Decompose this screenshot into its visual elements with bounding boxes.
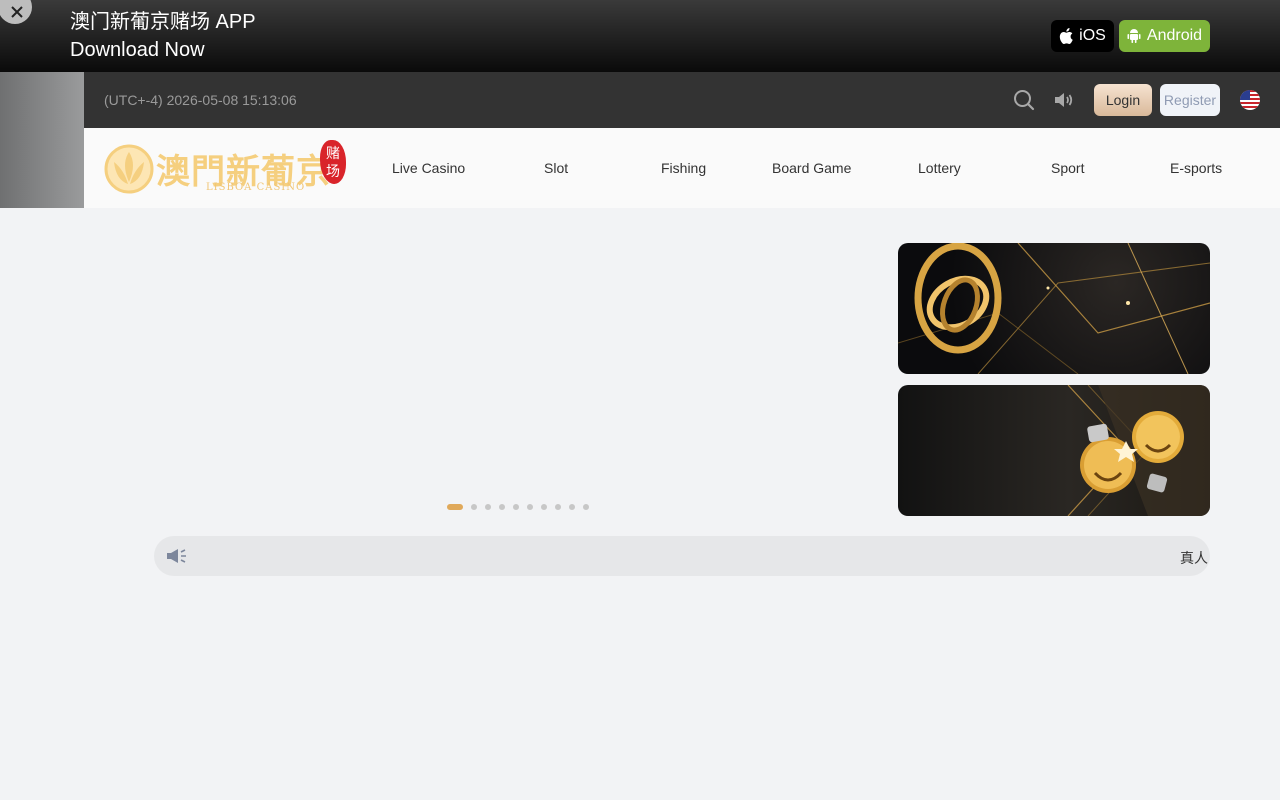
carousel-dot[interactable]	[499, 504, 505, 510]
seal-char-top: 赌	[326, 145, 340, 161]
android-icon	[1127, 29, 1141, 43]
site-logo[interactable]: 澳門新葡京 LISBOA CASINO 赌 场	[104, 138, 346, 198]
close-icon	[11, 6, 23, 18]
search-icon	[1014, 90, 1035, 111]
announcement-marquee[interactable]: 真人	[154, 536, 1210, 576]
app-download-banner: 澳门新葡京赌场 APP Download Now iOS Android	[0, 0, 1280, 72]
logo-subtitle: LISBOA CASINO	[206, 182, 306, 193]
carousel-dot[interactable]	[513, 504, 519, 510]
carousel-dot[interactable]	[471, 504, 477, 510]
banner-title: 澳门新葡京赌场 APP	[70, 11, 256, 33]
carousel-dot[interactable]	[541, 504, 547, 510]
nav-sport[interactable]: Sport	[1051, 160, 1084, 176]
promo-card-gold-rings[interactable]	[898, 243, 1210, 374]
promo-art-gold-rings	[898, 243, 1210, 374]
marquee-text: 真人	[1180, 550, 1208, 566]
nav-board-game[interactable]: Board Game	[772, 160, 851, 176]
language-selector[interactable]	[1240, 90, 1260, 110]
logo-seal: 赌 场	[320, 140, 346, 184]
promo-card-emoji-coins[interactable]	[898, 385, 1210, 516]
apple-icon	[1059, 28, 1073, 44]
android-label: Android	[1146, 27, 1203, 44]
close-banner-button[interactable]	[0, 0, 32, 24]
side-decoration	[0, 72, 84, 208]
nav-live-casino[interactable]: Live Casino	[392, 160, 465, 176]
speaker-icon	[1055, 93, 1073, 107]
carousel-dot[interactable]	[527, 504, 533, 510]
android-download-button[interactable]: Android	[1119, 20, 1210, 52]
login-button[interactable]: Login	[1094, 84, 1152, 116]
carousel-dot[interactable]	[447, 504, 463, 510]
carousel-dot[interactable]	[555, 504, 561, 510]
ios-download-button[interactable]: iOS	[1051, 20, 1114, 52]
lotus-logo-icon	[104, 144, 154, 194]
register-button[interactable]: Register	[1160, 84, 1220, 116]
nav-e-sports[interactable]: E-sports	[1170, 160, 1222, 176]
promo-art-emoji-coins	[1067, 385, 1210, 516]
nav-lottery[interactable]: Lottery	[918, 160, 961, 176]
banner-subtitle: Download Now	[70, 39, 205, 61]
megaphone-icon	[167, 549, 186, 563]
seal-char-bottom: 场	[326, 163, 340, 179]
nav-slot[interactable]: Slot	[544, 160, 568, 176]
main-nav: 澳門新葡京 LISBOA CASINO 赌 场 Live Casino Slot…	[84, 128, 1280, 208]
us-flag-icon	[1240, 90, 1260, 110]
carousel-pagination	[447, 504, 589, 510]
top-bar: (UTC+-4) 2026-05-08 15:13:06 Login Regis…	[84, 72, 1280, 128]
ios-label: iOS	[1079, 27, 1106, 44]
timezone-clock: (UTC+-4) 2026-05-08 15:13:06	[104, 92, 297, 108]
sound-toggle-button[interactable]	[1052, 88, 1076, 112]
nav-fishing[interactable]: Fishing	[661, 160, 706, 176]
carousel-dot[interactable]	[569, 504, 575, 510]
carousel-dot[interactable]	[485, 504, 491, 510]
carousel-dot[interactable]	[583, 504, 589, 510]
search-button[interactable]	[1012, 88, 1036, 112]
